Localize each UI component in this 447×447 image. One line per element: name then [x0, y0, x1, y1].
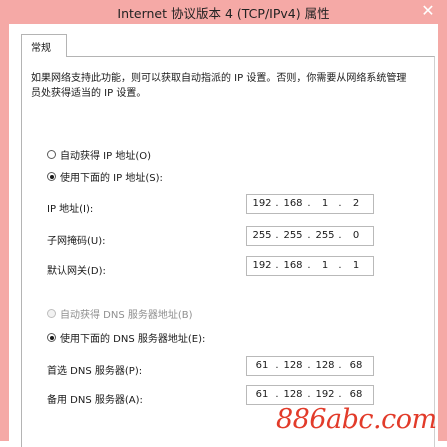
tab-general-label: 常规: [31, 43, 51, 54]
alternate-dns-octet-3: 192: [315, 389, 335, 400]
dot-separator: .: [338, 260, 342, 271]
radio-manual-ip[interactable]: 使用下面的 IP 地址(S):: [47, 169, 163, 184]
radio-auto-ip[interactable]: 自动获得 IP 地址(O): [47, 147, 151, 162]
radio-manual-ip-label: 使用下面的 IP 地址(S):: [60, 173, 163, 184]
ip-address-input[interactable]: 192 . 168 . 1 . 2: [246, 194, 374, 214]
default-gateway-octet-1: 192: [252, 260, 272, 271]
title-bar: Internet 协议版本 4 (TCP/IPv4) 属性 ✕: [0, 0, 447, 24]
preferred-dns-octet-1: 61: [255, 360, 269, 371]
dot-separator: .: [307, 230, 311, 241]
dot-separator: .: [338, 360, 342, 371]
alternate-dns-input[interactable]: 61 . 128 . 192 . 68: [246, 385, 374, 405]
radio-auto-ip-button[interactable]: [47, 150, 56, 159]
window-title: Internet 协议版本 4 (TCP/IPv4) 属性: [117, 6, 330, 21]
subnet-mask-label: 子网掩码(U):: [47, 236, 106, 247]
watermark-logo: 886abc.com: [276, 404, 437, 435]
dot-separator: .: [275, 198, 279, 209]
dialog-client-area: 常规 如果网络支持此功能，则可以获取自动指派的 IP 设置。否则，你需要从网络系…: [9, 24, 438, 447]
default-gateway-octet-3: 1: [321, 260, 329, 271]
window-frame-left: [0, 24, 9, 441]
default-gateway-octet-2: 168: [283, 260, 303, 271]
ip-address-octet-1: 192: [252, 198, 272, 209]
subnet-mask-octet-1: 255: [252, 230, 272, 241]
preferred-dns-label: 首选 DNS 服务器(P):: [47, 366, 143, 377]
preferred-dns-input[interactable]: 61 . 128 . 128 . 68: [246, 356, 374, 376]
dot-separator: .: [275, 260, 279, 271]
subnet-mask-octet-3: 255: [315, 230, 335, 241]
dot-separator: .: [338, 389, 342, 400]
default-gateway-label: 默认网关(D):: [47, 266, 106, 277]
default-gateway-input[interactable]: 192 . 168 . 1 . 1: [246, 256, 374, 276]
dot-separator: .: [307, 198, 311, 209]
subnet-mask-input[interactable]: 255 . 255 . 255 . 0: [246, 226, 374, 246]
dot-separator: .: [307, 389, 311, 400]
close-icon[interactable]: ✕: [419, 2, 437, 20]
ip-address-label: IP 地址(I):: [47, 204, 94, 215]
radio-manual-ip-button[interactable]: [47, 172, 56, 181]
alternate-dns-octet-2: 128: [283, 389, 303, 400]
preferred-dns-octet-3: 128: [315, 360, 335, 371]
subnet-mask-octet-2: 255: [283, 230, 303, 241]
tab-general[interactable]: 常规: [21, 34, 67, 57]
radio-auto-dns-label: 自动获得 DNS 服务器地址(B): [60, 310, 193, 321]
dot-separator: .: [307, 360, 311, 371]
preferred-dns-octet-4: 68: [349, 360, 363, 371]
dot-separator: .: [275, 230, 279, 241]
radio-manual-dns[interactable]: 使用下面的 DNS 服务器地址(E):: [47, 330, 205, 345]
default-gateway-octet-4: 1: [352, 260, 360, 271]
alternate-dns-label: 备用 DNS 服务器(A):: [47, 395, 143, 406]
dot-separator: .: [275, 360, 279, 371]
subnet-mask-octet-4: 0: [352, 230, 360, 241]
radio-manual-dns-button[interactable]: [47, 333, 56, 342]
alternate-dns-octet-1: 61: [255, 389, 269, 400]
ip-address-octet-4: 2: [352, 198, 360, 209]
description-text: 如果网络支持此功能，则可以获取自动指派的 IP 设置。否则，你需要从网络系统管理…: [31, 73, 407, 99]
preferred-dns-octet-2: 128: [283, 360, 303, 371]
dot-separator: .: [338, 198, 342, 209]
radio-auto-dns[interactable]: 自动获得 DNS 服务器地址(B): [47, 306, 193, 321]
alternate-dns-octet-4: 68: [349, 389, 363, 400]
window-frame-right: [438, 24, 447, 441]
radio-auto-dns-button[interactable]: [47, 309, 56, 318]
ip-address-octet-3: 1: [321, 198, 329, 209]
dot-separator: .: [275, 389, 279, 400]
radio-manual-dns-label: 使用下面的 DNS 服务器地址(E):: [60, 334, 206, 345]
ip-address-octet-2: 168: [283, 198, 303, 209]
dot-separator: .: [338, 230, 342, 241]
dot-separator: .: [307, 260, 311, 271]
radio-auto-ip-label: 自动获得 IP 地址(O): [60, 151, 152, 162]
